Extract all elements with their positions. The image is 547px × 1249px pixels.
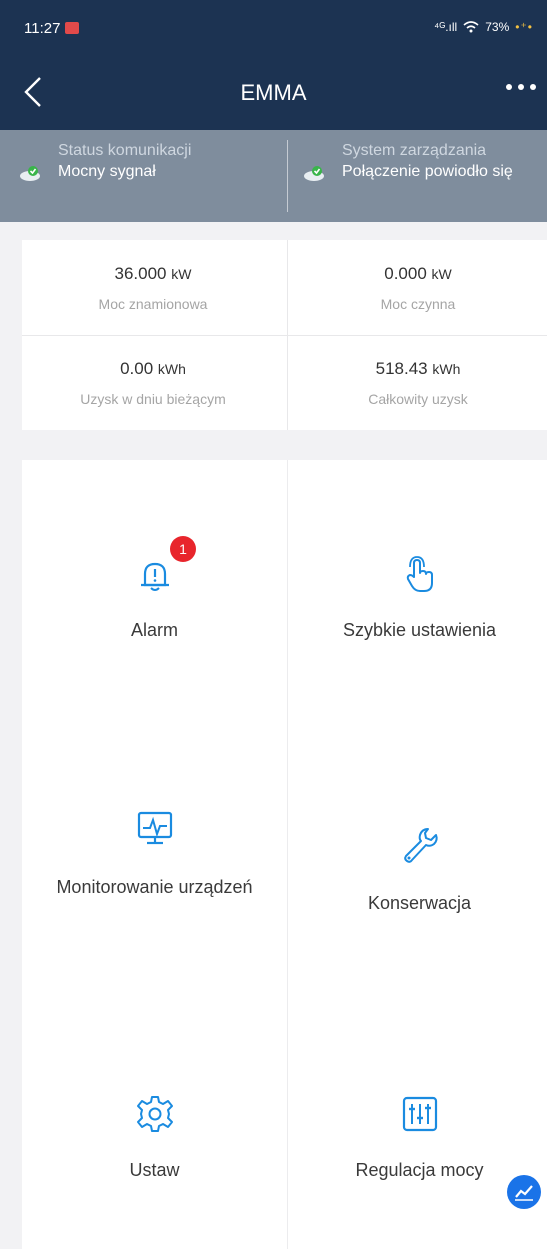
bell-icon xyxy=(140,562,169,591)
quick-settings-tile[interactable]: Szybkie ustawienia xyxy=(287,460,547,723)
rated-power-stat: 36.000 kW Moc znamionowa xyxy=(22,240,284,335)
tile-label: Alarm xyxy=(130,620,178,640)
page-title: EMMA xyxy=(240,80,307,105)
maintenance-tile[interactable]: Konserwacja xyxy=(287,723,547,986)
active-power-stat: 0.000 kW Moc czynna xyxy=(287,240,547,335)
touch-icon xyxy=(406,556,433,592)
trend-chart-icon xyxy=(515,1185,533,1201)
stat-label: Całkowity uzysk xyxy=(368,391,468,407)
cloud-check-icon xyxy=(304,166,324,181)
alarm-count-badge: 1 xyxy=(170,536,196,562)
chart-fab-button[interactable] xyxy=(507,1175,541,1209)
connection-status-strip: Status komunikacji Mocny sygnał System z… xyxy=(0,130,547,222)
gear-icon xyxy=(136,1096,173,1132)
monitor-icon xyxy=(137,811,172,845)
signal-icon: ⁴ᴳ.ıll xyxy=(434,20,458,34)
alarm-tile[interactable]: 1 Alarm xyxy=(22,460,287,723)
communication-status-label: Status komunikacji xyxy=(58,142,192,159)
wrench-icon xyxy=(403,828,438,863)
tile-label: Szybkie ustawienia xyxy=(342,620,497,640)
daily-yield-stat: 0.00 kWh Uzysk w dniu bieżącym xyxy=(22,335,284,430)
more-button[interactable] xyxy=(503,72,539,106)
wifi-icon xyxy=(463,21,479,33)
power-regulation-tile[interactable]: Regulacja mocy xyxy=(287,986,547,1249)
sliders-icon xyxy=(402,1096,437,1132)
navigation-bar: EMMA xyxy=(0,60,547,130)
management-system-label: System zarządzania xyxy=(342,142,487,159)
communication-status-value: Mocny sygnał xyxy=(58,163,156,180)
cloud-check-icon xyxy=(20,166,40,181)
total-yield-stat: 518.43 kWh Całkowity uzysk xyxy=(287,335,547,430)
divider xyxy=(287,140,288,212)
more-icon xyxy=(506,84,536,90)
battery-percent: 73% xyxy=(485,20,510,34)
stat-label: Moc znamionowa xyxy=(98,296,208,312)
management-system-value: Połączenie powiodło się xyxy=(342,163,513,180)
stat-value: 36.000 kW xyxy=(114,264,192,283)
settings-tile[interactable]: Ustaw xyxy=(22,986,287,1249)
function-grid: 1 Alarm Szybkie ustawienia Monitorowanie… xyxy=(22,460,547,1249)
tile-label: Ustaw xyxy=(129,1160,180,1180)
device-monitoring-tile[interactable]: Monitorowanie urządzeń xyxy=(22,723,287,986)
status-indicators: ⁴ᴳ.ıll 73% •⁺• xyxy=(434,20,533,34)
status-time: 11:27 xyxy=(24,20,61,37)
stat-value: 0.00 kWh xyxy=(120,359,186,378)
stat-label: Moc czynna xyxy=(380,296,456,312)
status-bar: 11:27 ⁴ᴳ.ıll 73% •⁺• xyxy=(0,0,547,60)
notification-icon xyxy=(65,22,79,34)
energy-stats-card: 36.000 kW Moc znamionowa 0.000 kW Moc cz… xyxy=(22,240,547,430)
stat-value: 0.000 kW xyxy=(384,264,452,283)
tile-label: Monitorowanie urządzeń xyxy=(56,877,253,897)
stat-value: 518.43 kWh xyxy=(375,359,461,378)
sparkle-icon: •⁺• xyxy=(515,20,533,34)
tile-label: Konserwacja xyxy=(367,893,472,913)
stat-label: Uzysk w dniu bieżącym xyxy=(80,391,226,407)
